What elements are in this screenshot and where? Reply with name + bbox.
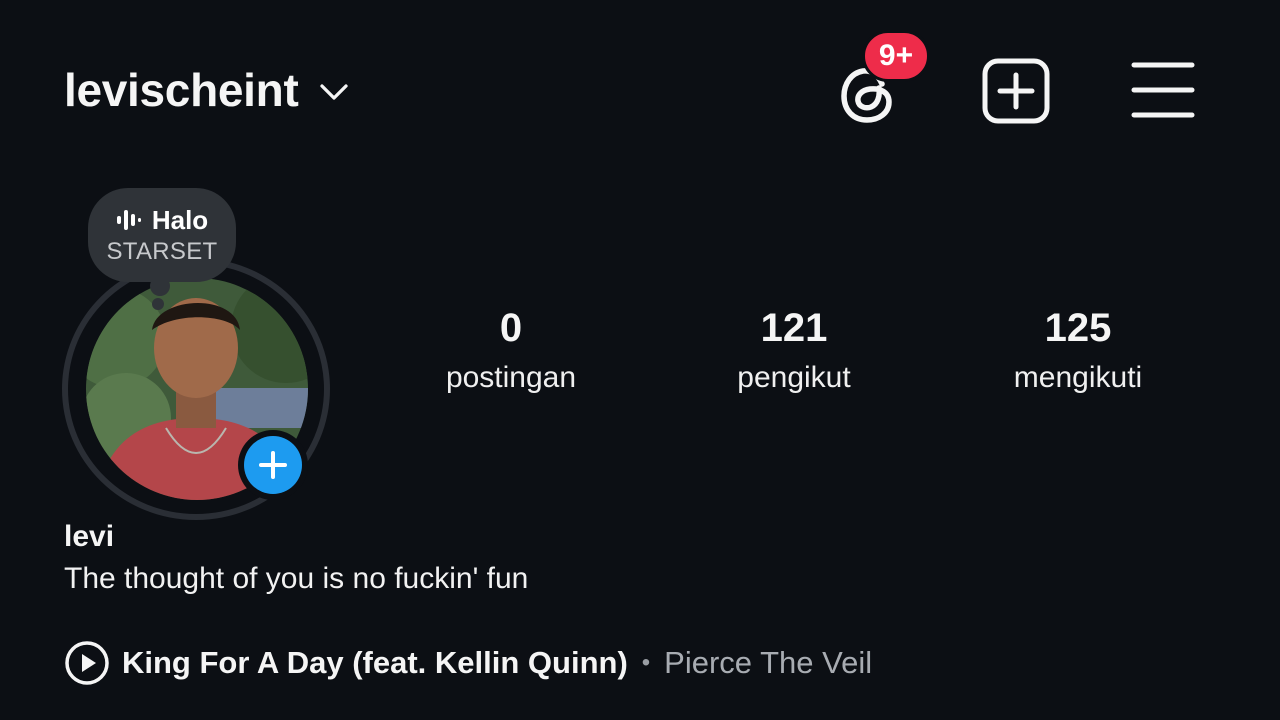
notification-badge: 9+ (862, 30, 930, 82)
separator-dot: • (641, 649, 651, 676)
hamburger-menu-icon (1131, 62, 1195, 118)
note-subtitle: STARSET (106, 237, 218, 265)
audio-wave-icon (116, 210, 141, 230)
profile-header: levischeint (64, 60, 352, 120)
posts-stat[interactable]: 0 postingan (401, 300, 621, 400)
play-circle-icon[interactable] (64, 640, 110, 686)
posts-label: postingan (445, 361, 577, 394)
account-switcher[interactable]: levischeint (64, 60, 352, 120)
posts-count: 0 (499, 306, 523, 350)
followers-count: 121 (760, 306, 828, 350)
following-count: 125 (1044, 306, 1112, 350)
create-button[interactable] (981, 57, 1051, 125)
plus-square-icon (982, 58, 1050, 124)
profile-screen: levischeint 9+ Halo STARSET 0 postingan … (0, 0, 1280, 720)
note-title-row: Halo (116, 205, 208, 236)
followers-label: pengikut (737, 361, 851, 394)
following-stat[interactable]: 125 mengikuti (968, 300, 1188, 400)
note-bubble[interactable]: Halo STARSET (88, 188, 236, 282)
note-bubble-tail-small (152, 298, 164, 310)
display-name: levi (64, 520, 115, 553)
bio-text: The thought of you is no fuckin' fun (64, 562, 529, 595)
add-story-button[interactable] (238, 430, 308, 500)
chevron-down-icon (320, 84, 349, 100)
song-title: King For A Day (feat. Kellin Quinn) (122, 645, 628, 680)
artist-name: Pierce The Veil (664, 645, 873, 680)
following-label: mengikuti (1013, 361, 1143, 394)
followers-stat[interactable]: 121 pengikut (684, 300, 904, 400)
note-title: Halo (151, 204, 209, 235)
username: levischeint (64, 64, 299, 116)
profile-music[interactable]: King For A Day (feat. Kellin Quinn) • Pi… (64, 640, 872, 686)
plus-icon (259, 451, 287, 479)
add-story-badge (244, 436, 302, 494)
menu-button[interactable] (1130, 60, 1196, 120)
